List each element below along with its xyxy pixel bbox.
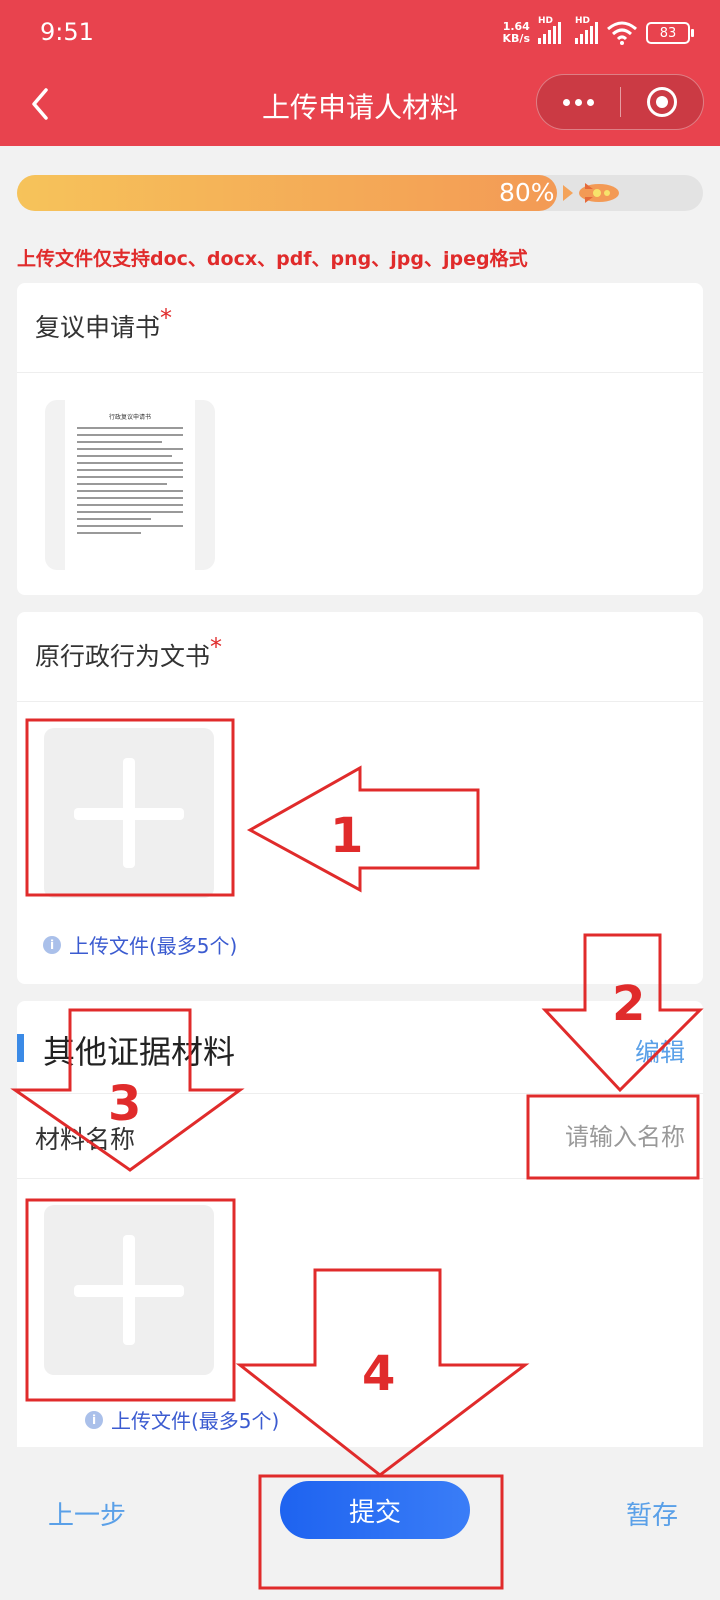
mini-program-capsule — [536, 74, 704, 130]
review-application-card: 复议申请书* 行政复议申请书 — [17, 283, 703, 595]
section-title: 其他证据材料 — [43, 1033, 236, 1071]
status-time: 9:51 — [40, 18, 94, 46]
progress-bar: 80% — [17, 175, 703, 211]
material-name-row: 材料名称 — [17, 1093, 703, 1179]
close-button[interactable] — [621, 74, 704, 130]
submit-button[interactable]: 提交 — [280, 1481, 470, 1539]
info-icon: i — [43, 935, 61, 954]
network-speed: 1.64 KB/s — [502, 20, 530, 45]
signal-icon: HD — [575, 16, 598, 44]
previous-step-button[interactable]: 上一步 — [48, 1495, 126, 1532]
material-name-label: 材料名称 — [35, 1125, 136, 1154]
section-marker — [17, 1034, 24, 1062]
target-circle-icon — [646, 87, 677, 117]
wifi-icon — [607, 21, 637, 45]
save-draft-button[interactable]: 暂存 — [626, 1495, 678, 1532]
info-icon: i — [85, 1410, 103, 1429]
upload-hint: i 上传文件(最多5个) — [85, 1405, 279, 1434]
progress-label: 80% — [499, 178, 555, 207]
edit-button[interactable]: 编辑 — [635, 1033, 685, 1069]
material-name-input[interactable] — [425, 1112, 685, 1162]
battery-icon: 83 — [646, 22, 694, 44]
other-evidence-upload: i 上传文件(最多5个) — [17, 1179, 703, 1447]
bottom-action-bar: 上一步 提交 暂存 — [0, 1447, 720, 1600]
upload-hint: i 上传文件(最多5个) — [43, 930, 237, 959]
format-hint: 上传文件仅支持doc、docx、pdf、png、jpg、jpeg格式 — [17, 248, 528, 270]
section-title: 原行政行为文书* — [17, 612, 703, 702]
signal-icon: HD — [538, 16, 561, 44]
upload-add-button[interactable] — [44, 1205, 214, 1375]
top-bar: 9:51 1.64 KB/s HD HD 83 上传申请人材料 — [0, 0, 720, 146]
original-document-card: 原行政行为文书* i 上传文件(最多5个) — [17, 612, 703, 984]
more-dots-icon — [562, 98, 594, 106]
document-title: 行政复议申请书 — [108, 414, 151, 421]
upload-add-button[interactable] — [44, 728, 214, 898]
status-icons: 1.64 KB/s HD HD 83 — [502, 16, 694, 48]
required-mark: * — [160, 304, 173, 332]
document-thumbnail[interactable]: 行政复议申请书 — [45, 400, 215, 570]
rocket-icon — [563, 183, 619, 203]
other-evidence-header: 其他证据材料 编辑 — [17, 1001, 703, 1093]
section-title: 复议申请书* — [17, 283, 703, 373]
progress-fill — [17, 175, 557, 211]
required-mark: * — [210, 633, 223, 661]
document-page: 行政复议申请书 — [65, 400, 195, 570]
more-button[interactable] — [537, 74, 620, 130]
